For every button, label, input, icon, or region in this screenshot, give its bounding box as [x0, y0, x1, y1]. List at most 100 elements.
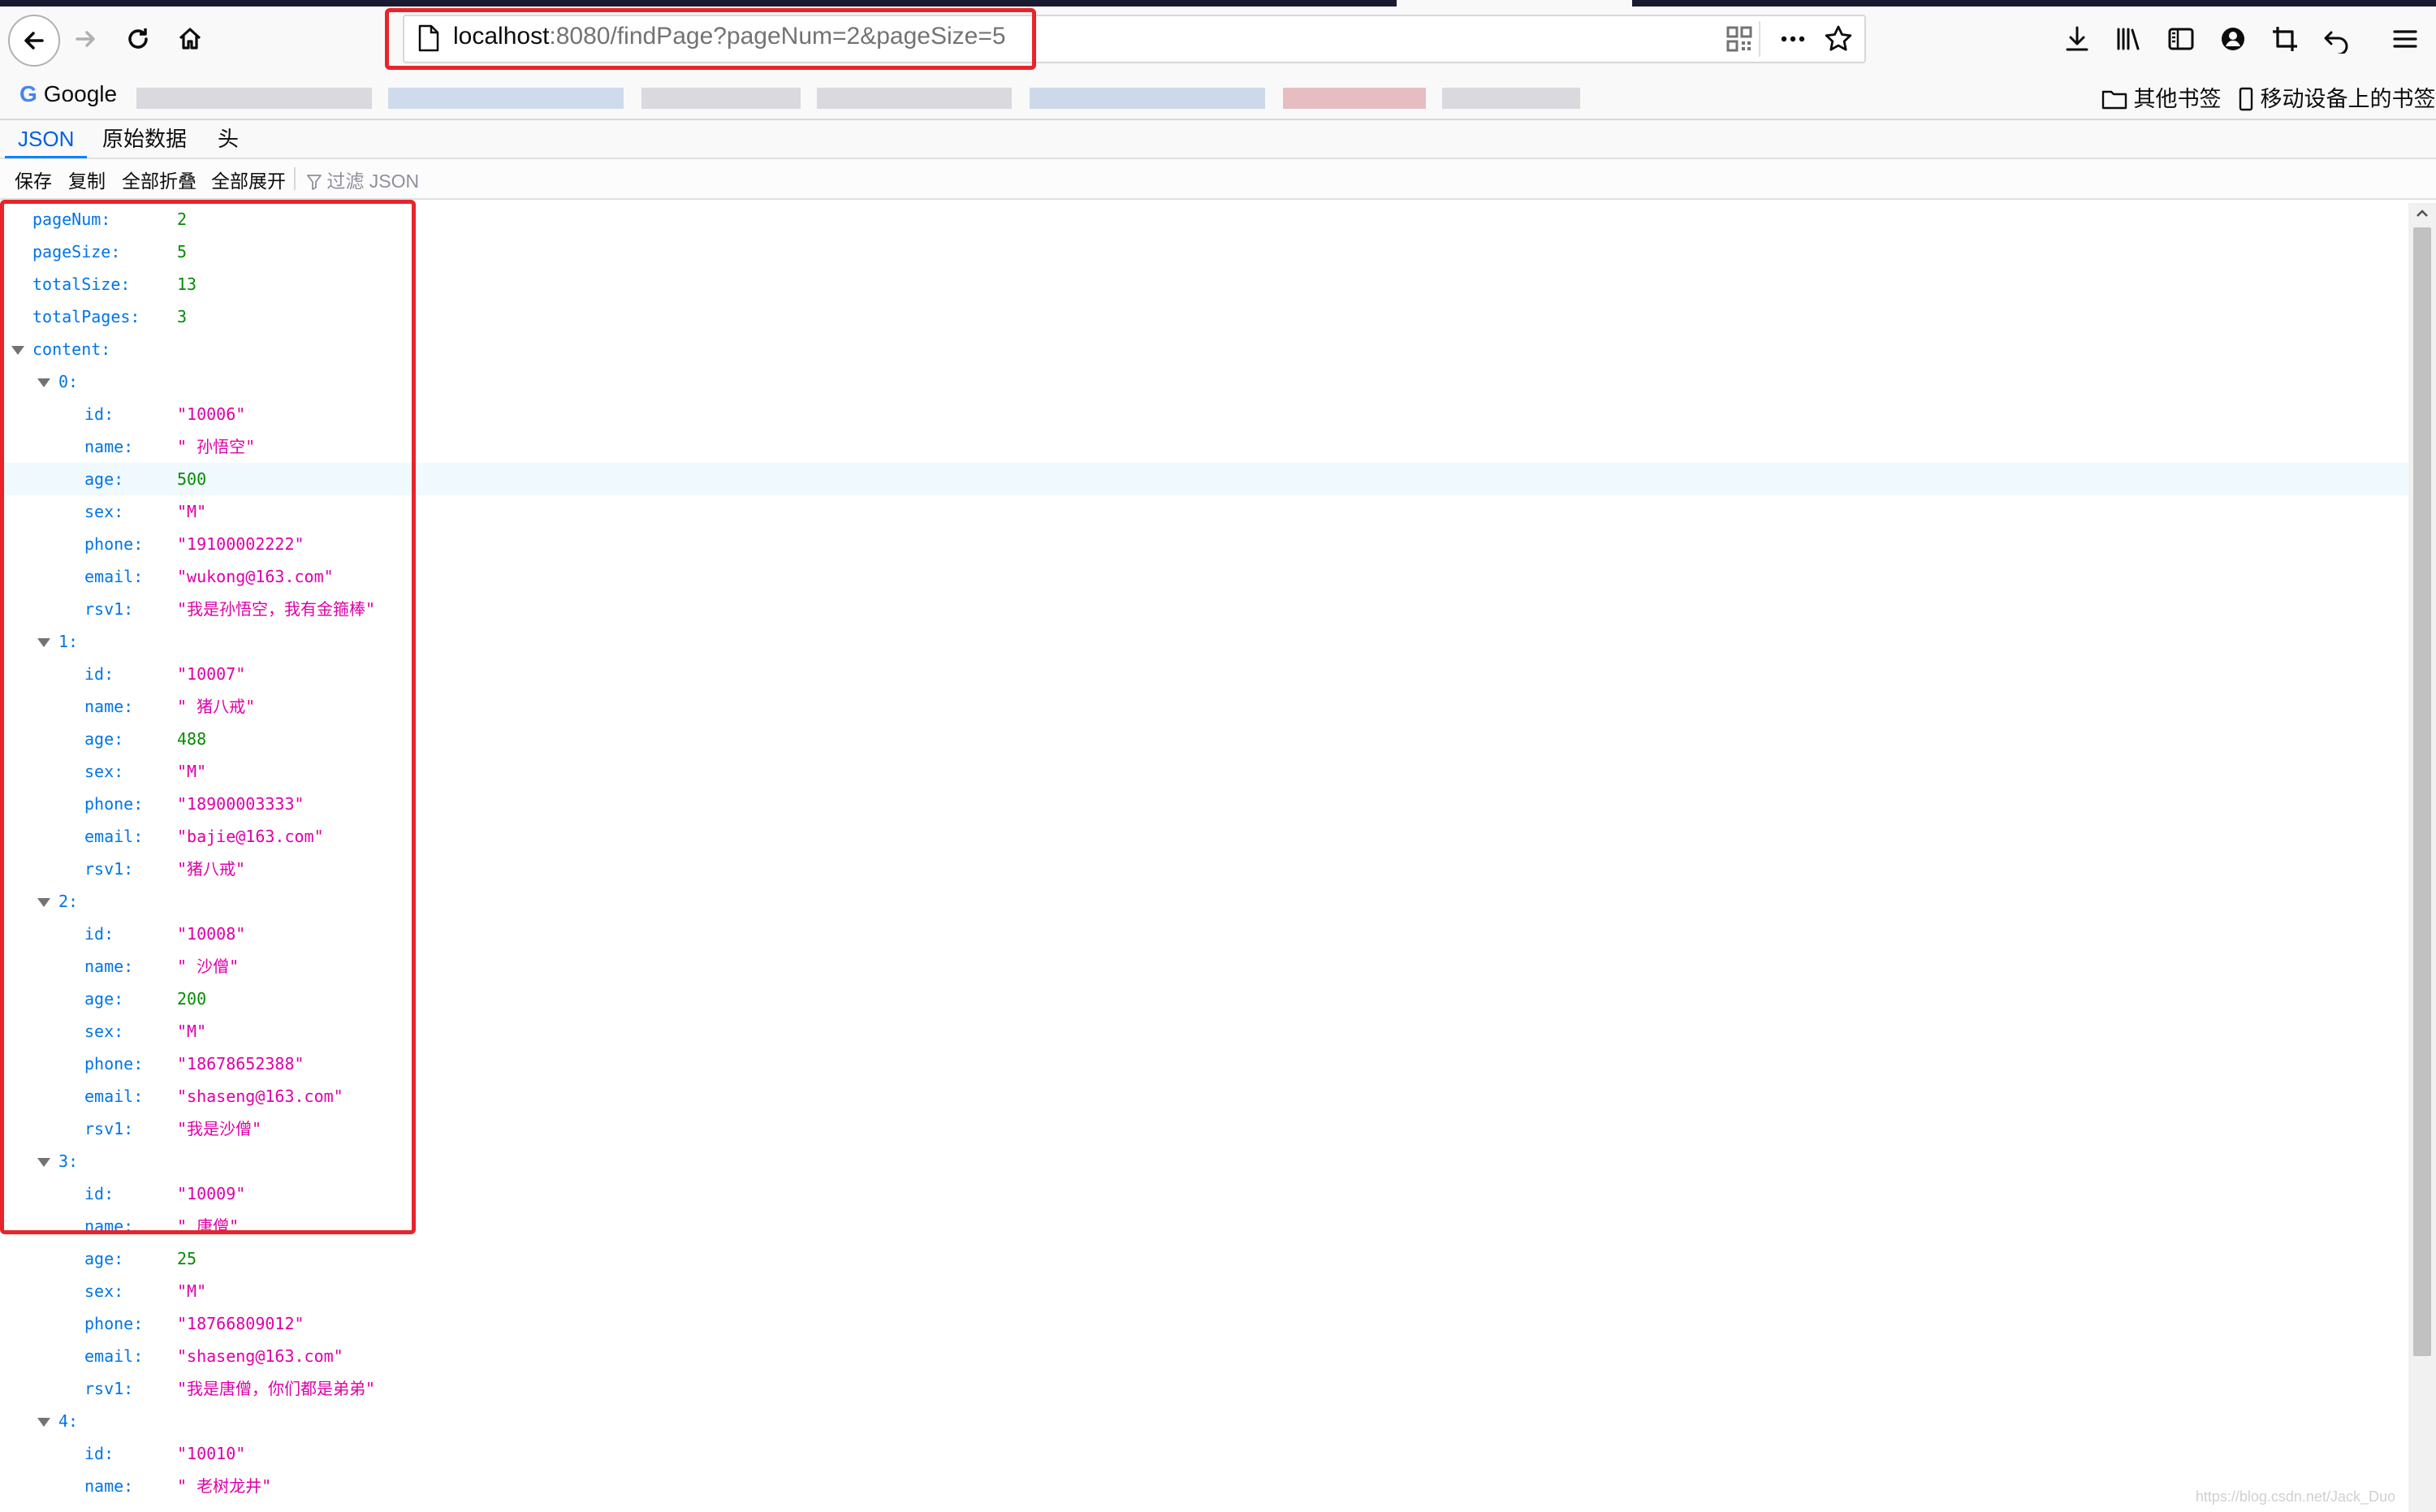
back-button[interactable] — [8, 15, 60, 67]
json-row[interactable]: id: "10006" — [0, 398, 2408, 430]
json-row[interactable]: name: " 猪八戒" — [0, 690, 2408, 723]
json-key: name: — [84, 437, 134, 456]
json-row[interactable]: email: "shaseng@163.com" — [0, 1340, 2408, 1372]
json-row[interactable]: phone: "18900003333" — [0, 788, 2408, 820]
save-button[interactable]: 保存 — [15, 166, 52, 193]
json-key: rsv1: — [84, 1119, 134, 1138]
active-tab[interactable] — [1397, 0, 1632, 6]
json-row[interactable]: 4: — [0, 1405, 2408, 1437]
json-row[interactable]: rsv1: "我是孙悟空，我有金箍棒" — [0, 593, 2408, 625]
json-row[interactable]: email: "shaseng@163.com" — [0, 1080, 2408, 1112]
expand-toggle-icon[interactable] — [37, 638, 50, 647]
json-row[interactable]: id: "10010" — [0, 1437, 2408, 1470]
downloads-icon[interactable] — [2062, 24, 2092, 54]
json-row[interactable]: phone: "18766809012" — [0, 1307, 2408, 1340]
json-row[interactable]: sex: "M" — [0, 495, 2408, 528]
reload-button[interactable] — [115, 16, 161, 62]
account-icon[interactable] — [2218, 24, 2248, 54]
bookmark-google[interactable]: G Google — [19, 81, 117, 107]
mobile-bookmarks-folder[interactable]: 移动设备上的书签 — [2238, 81, 2436, 113]
blurred-bookmark[interactable] — [136, 88, 372, 109]
json-row[interactable]: pageSize: 5 — [0, 235, 2408, 268]
sidebar-icon[interactable] — [2166, 24, 2196, 54]
json-tree: pageNum: 2 pageSize: 5 totalSize: 13 totalPage… — [0, 203, 2408, 1512]
json-row[interactable]: sex: "M" — [0, 755, 2408, 788]
library-icon[interactable] — [2114, 24, 2144, 54]
json-row[interactable]: rsv1: "猪八戒" — [0, 853, 2408, 885]
filter-json-input[interactable]: 过滤 JSON — [307, 166, 419, 193]
json-row[interactable]: content: — [0, 333, 2408, 365]
json-row[interactable]: sex: "M" — [0, 1275, 2408, 1307]
blurred-bookmark[interactable] — [388, 88, 624, 109]
tab-raw-data[interactable]: 原始数据 — [89, 123, 200, 156]
json-value: "18766809012" — [177, 1314, 304, 1333]
json-row[interactable]: age: 500 — [0, 463, 2408, 495]
tab-json[interactable]: JSON — [5, 123, 88, 158]
expand-toggle-icon[interactable] — [37, 1418, 50, 1427]
json-row[interactable]: name: " 沙僧" — [0, 950, 2408, 983]
json-row[interactable]: age: 25 — [0, 1242, 2408, 1275]
scroll-up-arrow-icon[interactable] — [2408, 203, 2436, 224]
page-actions-icon[interactable] — [1778, 24, 1808, 54]
json-row[interactable]: 0: — [0, 365, 2408, 398]
json-row[interactable]: phone: "18678652388" — [0, 1048, 2408, 1080]
json-row[interactable]: 2: — [0, 885, 2408, 918]
json-key: pageSize: — [32, 242, 121, 261]
json-row[interactable]: rsv1: "我是沙僧" — [0, 1112, 2408, 1145]
home-button[interactable] — [167, 16, 213, 62]
json-row[interactable]: name: " 孙悟空" — [0, 430, 2408, 463]
json-value: "10008" — [177, 924, 246, 944]
json-row[interactable]: email: "wukong@163.com" — [0, 560, 2408, 593]
qr-code-icon[interactable] — [1725, 24, 1754, 54]
tab-headers[interactable]: 头 — [205, 123, 252, 156]
json-row[interactable]: 3: — [0, 1145, 2408, 1177]
back-arrow-icon — [24, 32, 44, 50]
vertical-scrollbar[interactable] — [2408, 203, 2436, 1512]
json-row[interactable]: sex: "M" — [0, 1015, 2408, 1048]
json-row[interactable]: pageNum: 2 — [0, 203, 2408, 235]
json-row[interactable]: phone: "19100002222" — [0, 528, 2408, 560]
json-row[interactable]: name: " 老树龙井" — [0, 1470, 2408, 1502]
json-value: "10007" — [177, 664, 246, 684]
json-key: totalPages: — [32, 307, 140, 326]
json-row[interactable]: rsv1: "我是唐僧，你们都是弟弟" — [0, 1372, 2408, 1405]
json-row[interactable]: totalSize: 13 — [0, 268, 2408, 300]
forward-button[interactable] — [63, 16, 109, 62]
expand-all-button[interactable]: 全部展开 — [211, 166, 286, 193]
expand-toggle-icon[interactable] — [37, 1158, 50, 1167]
copy-button[interactable]: 复制 — [68, 166, 106, 193]
undo-close-tab-icon[interactable] — [2322, 24, 2352, 54]
menu-icon[interactable] — [2391, 24, 2420, 54]
json-row[interactable]: name: " 唐僧" — [0, 1210, 2408, 1242]
json-row[interactable]: id: "10009" — [0, 1177, 2408, 1210]
json-row[interactable]: email: "bajie@163.com" — [0, 820, 2408, 853]
expand-toggle-icon[interactable] — [11, 346, 24, 355]
blurred-bookmark[interactable] — [1030, 88, 1265, 109]
expand-toggle-icon[interactable] — [37, 378, 50, 387]
json-value: "我是唐僧，你们都是弟弟" — [177, 1379, 376, 1398]
blurred-bookmark[interactable] — [641, 88, 801, 109]
blurred-bookmark[interactable] — [1442, 88, 1580, 109]
json-value: 3 — [177, 307, 188, 326]
json-key: 2: — [58, 892, 79, 911]
json-row[interactable]: totalPages: 3 — [0, 300, 2408, 333]
json-row[interactable]: id: "10008" — [0, 918, 2408, 950]
blurred-bookmark[interactable] — [1283, 88, 1426, 109]
json-key: id: — [84, 1444, 114, 1463]
other-bookmarks-label: 其他书签 — [2133, 87, 2222, 111]
json-row[interactable]: 1: — [0, 625, 2408, 658]
scrollbar-thumb[interactable] — [2413, 227, 2431, 1356]
json-row[interactable]: id: "10007" — [0, 658, 2408, 690]
json-key: pageNum: — [32, 210, 111, 229]
other-bookmarks-folder[interactable]: 其他书签 — [2101, 81, 2222, 113]
json-value: " 唐僧" — [177, 1216, 240, 1236]
json-key: age: — [84, 469, 124, 489]
bookmark-star-icon[interactable] — [1824, 24, 1853, 54]
json-row[interactable]: age: 488 — [0, 723, 2408, 755]
screenshot-crop-icon[interactable] — [2270, 24, 2300, 54]
json-row[interactable]: age: 200 — [0, 983, 2408, 1015]
blurred-bookmark[interactable] — [817, 88, 1012, 109]
collapse-all-button[interactable]: 全部折叠 — [122, 166, 197, 193]
json-key: rsv1: — [84, 599, 134, 619]
expand-toggle-icon[interactable] — [37, 898, 50, 907]
